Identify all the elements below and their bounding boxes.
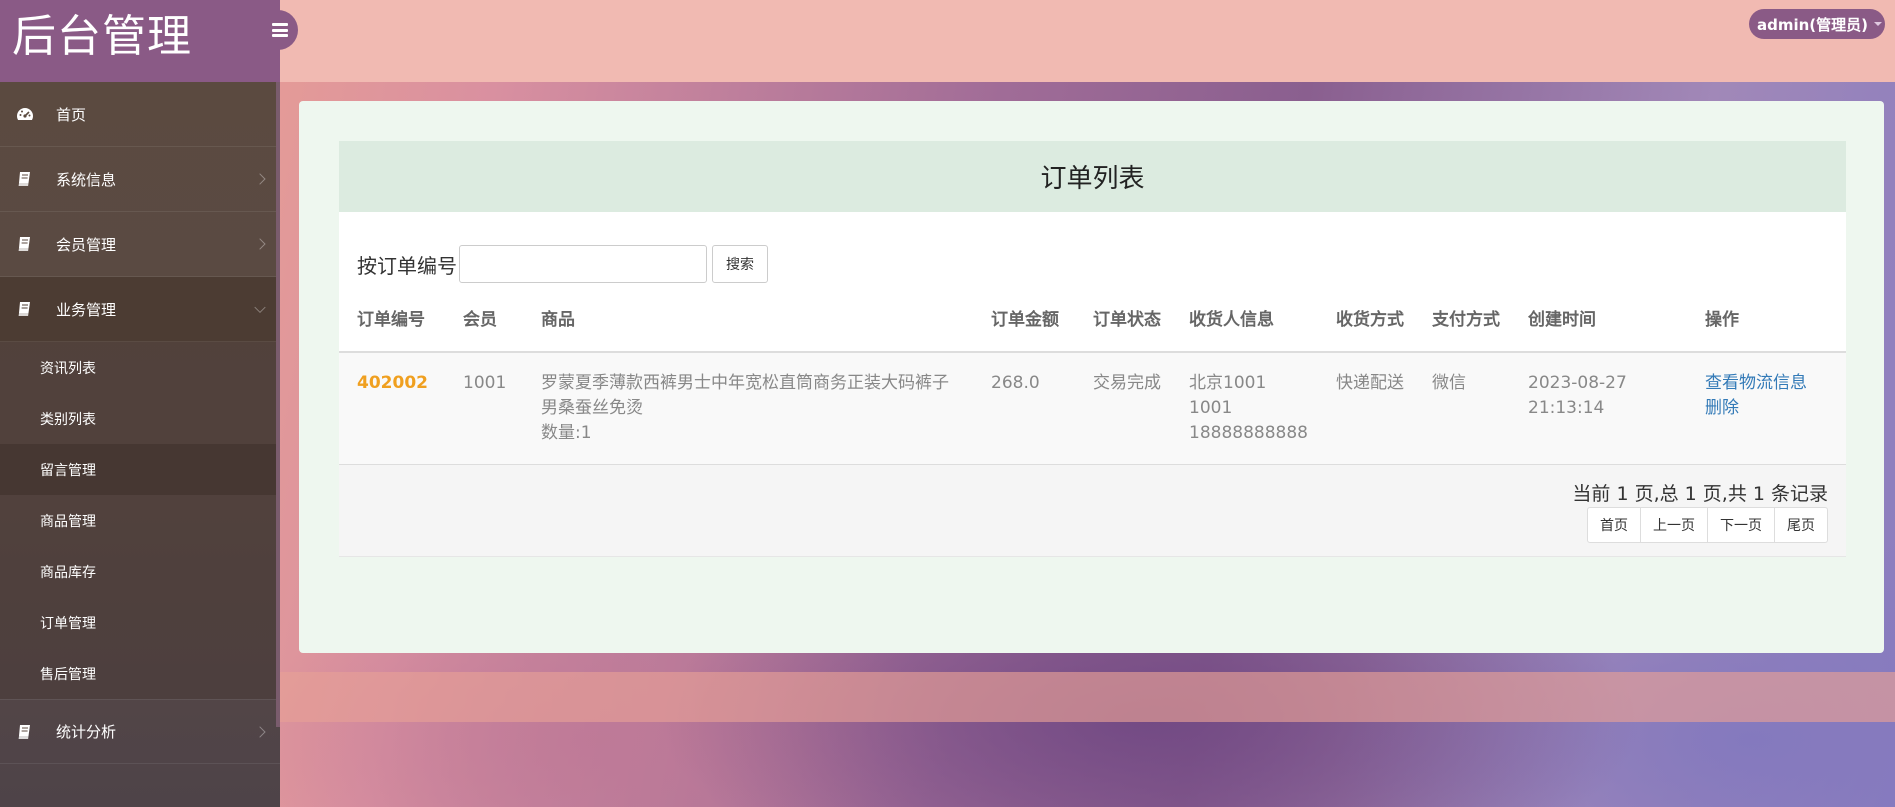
first-page-button[interactable]: 首页 bbox=[1587, 507, 1641, 543]
chevron-down-icon bbox=[254, 301, 266, 314]
sidebar-item-label: 系统信息 bbox=[56, 170, 117, 189]
sidebar-subitem-news-list[interactable]: 资讯列表 bbox=[0, 342, 280, 393]
created-clock: 21:13:14 bbox=[1528, 398, 1605, 418]
receiver-name: 1001 bbox=[1189, 398, 1233, 418]
order-table: 订单编号 会员 商品 订单金额 订单状态 收货人信息 收货方式 支付方式 创建时… bbox=[339, 308, 1846, 465]
next-page-button[interactable]: 下一页 bbox=[1707, 507, 1775, 543]
pager: 首页 上一页 下一页 尾页 bbox=[1587, 507, 1828, 543]
sidebar-item-label: 统计分析 bbox=[56, 723, 117, 741]
column-header-created-time: 创建时间 bbox=[1510, 308, 1687, 353]
last-page-button[interactable]: 尾页 bbox=[1774, 507, 1828, 543]
chevron-right-icon bbox=[254, 173, 266, 185]
sidebar: 后台管理 首页 系统信息 会员管理 业务管理 资讯列表 类别列表 留言管理 商品… bbox=[0, 0, 280, 807]
business-submenu: 资讯列表 类别列表 留言管理 商品管理 商品库存 订单管理 售后管理 bbox=[0, 342, 280, 699]
menu-icon bbox=[272, 23, 288, 37]
page-summary: 当前 1 页,总 1 页,共 1 条记录 bbox=[1572, 483, 1828, 505]
product-cell: 罗蒙夏季薄款西裤男士中年宽松直筒商务正装大码裤子男桑蚕丝免烫 数量:1 bbox=[523, 352, 973, 465]
sidebar-subitem-inventory[interactable]: 商品库存 bbox=[0, 546, 280, 597]
created-time-cell: 2023-08-27 21:13:14 bbox=[1510, 352, 1687, 465]
sidebar-subitem-messages[interactable]: 留言管理 bbox=[0, 444, 280, 495]
background-band bbox=[280, 672, 1895, 722]
view-logistics-link[interactable]: 查看物流信息 bbox=[1705, 371, 1838, 396]
column-header-payment: 支付方式 bbox=[1414, 308, 1510, 353]
caret-down-icon bbox=[1874, 22, 1883, 26]
sidebar-item-label: 会员管理 bbox=[56, 235, 117, 254]
receiver-phone: 18888888888 bbox=[1189, 423, 1308, 443]
sidebar-subitem-products[interactable]: 商品管理 bbox=[0, 495, 280, 546]
created-date: 2023-08-27 bbox=[1528, 373, 1627, 393]
delete-link[interactable]: 删除 bbox=[1705, 396, 1838, 421]
page-title: 订单列表 bbox=[339, 141, 1846, 212]
actions-cell: 查看物流信息 删除 bbox=[1687, 352, 1846, 465]
sidebar-subitem-orders[interactable]: 订单管理 bbox=[0, 597, 280, 648]
prev-page-button[interactable]: 上一页 bbox=[1640, 507, 1708, 543]
book-icon bbox=[14, 723, 36, 741]
status-cell: 交易完成 bbox=[1075, 352, 1171, 465]
search-row: 按订单编号 搜索 bbox=[339, 212, 1846, 308]
column-header-actions: 操作 bbox=[1687, 308, 1846, 353]
delivery-cell: 快递配送 bbox=[1318, 352, 1414, 465]
order-id-cell: 402002 bbox=[339, 352, 445, 465]
table-header-row: 订单编号 会员 商品 订单金额 订单状态 收货人信息 收货方式 支付方式 创建时… bbox=[339, 308, 1846, 353]
chevron-right-icon bbox=[254, 238, 266, 250]
column-header-member: 会员 bbox=[445, 308, 523, 353]
column-header-receiver: 收货人信息 bbox=[1171, 308, 1318, 353]
sidebar-item-home[interactable]: 首页 bbox=[0, 82, 280, 147]
pagination-bar: 当前 1 页,总 1 页,共 1 条记录 首页 上一页 下一页 尾页 bbox=[339, 465, 1846, 557]
brand-title: 后台管理 bbox=[0, 0, 280, 82]
amount-cell: 268.0 bbox=[973, 352, 1075, 465]
product-name: 罗蒙夏季薄款西裤男士中年宽松直筒商务正装大码裤子男桑蚕丝免烫 bbox=[541, 373, 949, 418]
book-icon bbox=[14, 300, 36, 318]
column-header-delivery: 收货方式 bbox=[1318, 308, 1414, 353]
column-header-amount: 订单金额 bbox=[973, 308, 1075, 353]
user-menu-button[interactable]: admin(管理员) bbox=[1749, 9, 1885, 39]
sidebar-item-members[interactable]: 会员管理 bbox=[0, 212, 280, 277]
dashboard-icon bbox=[14, 105, 36, 123]
content-panel: 订单列表 按订单编号 搜索 订单编号 会员 商品 订单金额 订单状态 收货人信息… bbox=[299, 101, 1884, 653]
book-icon bbox=[14, 235, 36, 253]
sidebar-item-label: 业务管理 bbox=[56, 300, 117, 319]
chevron-right-icon bbox=[254, 725, 266, 738]
topbar: admin(管理员) bbox=[280, 0, 1895, 82]
column-header-status: 订单状态 bbox=[1075, 308, 1171, 353]
search-button[interactable]: 搜索 bbox=[712, 245, 768, 283]
payment-cell: 微信 bbox=[1414, 352, 1510, 465]
sidebar-item-statistics[interactable]: 统计分析 bbox=[0, 699, 280, 764]
receiver-cell: 北京1001 1001 18888888888 bbox=[1171, 352, 1318, 465]
table-row: 402002 1001 罗蒙夏季薄款西裤男士中年宽松直筒商务正装大码裤子男桑蚕丝… bbox=[339, 352, 1846, 465]
column-header-order-id: 订单编号 bbox=[339, 308, 445, 353]
order-id-search-input[interactable] bbox=[459, 245, 707, 283]
user-menu-label: admin(管理员) bbox=[1757, 15, 1869, 34]
member-cell: 1001 bbox=[445, 352, 523, 465]
product-quantity: 数量:1 bbox=[541, 423, 592, 443]
receiver-city: 北京1001 bbox=[1189, 373, 1267, 393]
sidebar-item-system-info[interactable]: 系统信息 bbox=[0, 147, 280, 212]
sidebar-subitem-category-list[interactable]: 类别列表 bbox=[0, 393, 280, 444]
sidebar-subitem-after-sales[interactable]: 售后管理 bbox=[0, 648, 280, 699]
sidebar-item-label: 首页 bbox=[56, 105, 87, 124]
search-label: 按订单编号 bbox=[357, 253, 457, 278]
order-list-card: 订单列表 按订单编号 搜索 订单编号 会员 商品 订单金额 订单状态 收货人信息… bbox=[339, 141, 1846, 557]
sidebar-item-business[interactable]: 业务管理 bbox=[0, 277, 280, 342]
column-header-product: 商品 bbox=[523, 308, 973, 353]
book-icon bbox=[14, 170, 36, 188]
